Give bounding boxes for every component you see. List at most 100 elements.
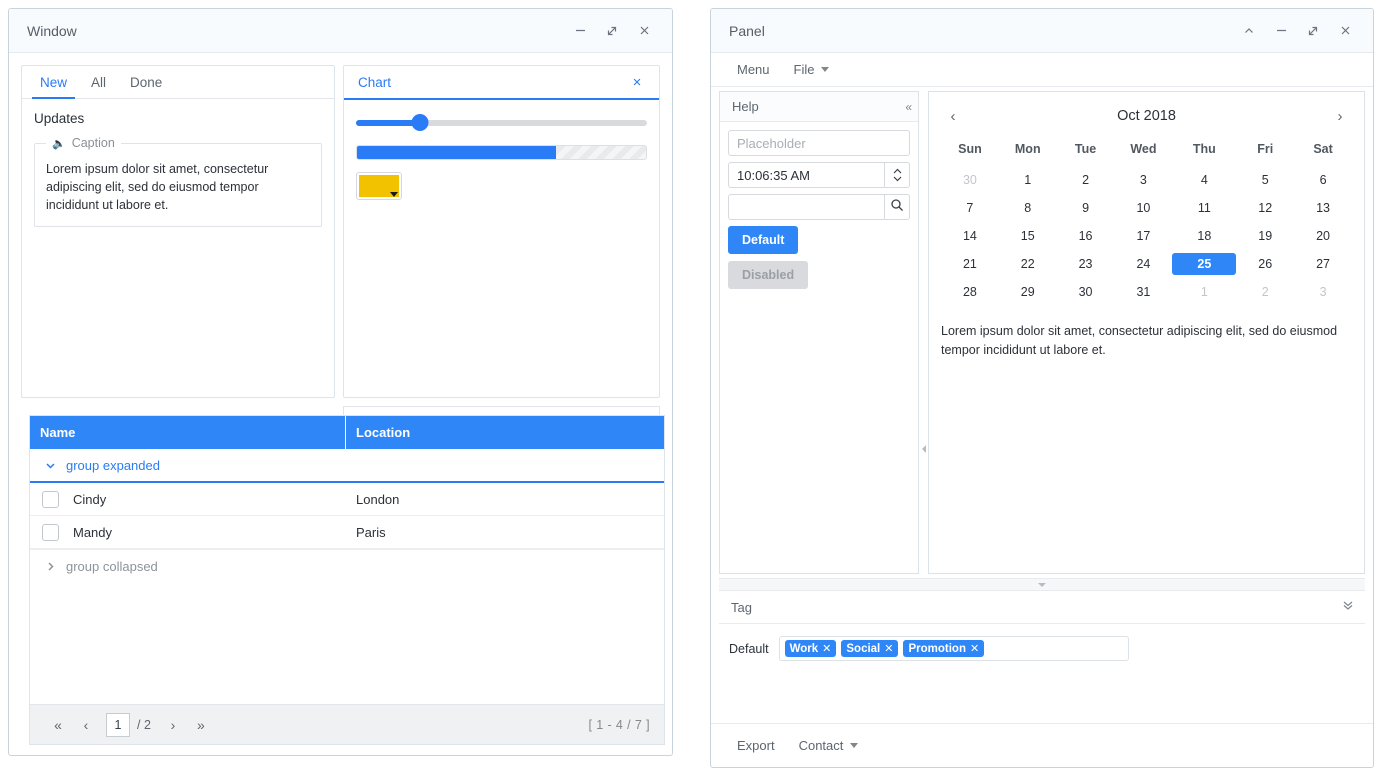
collapse-icon[interactable] — [1235, 17, 1263, 45]
calendar-day[interactable]: 18 — [1172, 222, 1236, 250]
collapse-down-icon[interactable] — [1341, 600, 1355, 614]
calendar-day[interactable]: 4 — [1172, 166, 1236, 194]
first-page-button[interactable]: « — [46, 713, 70, 737]
search-input[interactable] — [728, 194, 884, 220]
chip-social[interactable]: Social ✕ — [841, 640, 899, 657]
color-picker[interactable] — [356, 172, 402, 200]
calendar-day[interactable]: 31 — [1114, 278, 1172, 306]
row-checkbox[interactable] — [42, 523, 59, 541]
menu-item-file[interactable]: File — [784, 57, 840, 82]
minimize-icon[interactable] — [1267, 17, 1295, 45]
calendar-day[interactable]: 13 — [1294, 194, 1352, 222]
tab-new[interactable]: New — [28, 66, 79, 99]
prev-page-button[interactable]: ‹ — [74, 713, 98, 737]
calendar-day-label: 11 — [1197, 201, 1211, 215]
default-button[interactable]: Default — [728, 226, 799, 254]
table-row[interactable]: Mandy Paris — [30, 516, 664, 549]
placeholder-input[interactable] — [728, 130, 910, 156]
chip-promotion[interactable]: Promotion ✕ — [903, 640, 985, 657]
calendar-day[interactable]: 7 — [941, 194, 999, 222]
column-header-name[interactable]: Name — [30, 416, 346, 449]
calendar-day[interactable]: 22 — [999, 250, 1057, 278]
column-header-location[interactable]: Location — [346, 416, 664, 449]
last-page-button[interactable]: » — [189, 713, 213, 737]
calendar-day[interactable]: 3 — [1114, 166, 1172, 194]
calendar-day[interactable]: 17 — [1114, 222, 1172, 250]
close-icon[interactable] — [630, 17, 658, 45]
calendar-day[interactable]: 29 — [999, 278, 1057, 306]
export-button[interactable]: Export — [727, 733, 785, 758]
calendar-day[interactable]: 16 — [1057, 222, 1115, 250]
maximize-icon[interactable] — [1299, 17, 1327, 45]
calendar-day[interactable]: 23 — [1057, 250, 1115, 278]
menu-label: File — [793, 62, 815, 77]
group-row-collapsed[interactable]: group collapsed — [30, 549, 664, 583]
spinner-buttons[interactable] — [884, 162, 910, 188]
chip-work[interactable]: Work ✕ — [784, 640, 837, 657]
value-slider[interactable] — [356, 114, 647, 132]
calendar-day[interactable]: 27 — [1294, 250, 1352, 278]
calendar-day[interactable]: 12 — [1236, 194, 1294, 222]
calendar-dow-sun: Sun — [958, 142, 982, 156]
table-header: Name Location — [30, 416, 664, 449]
close-icon[interactable] — [1331, 17, 1359, 45]
tag-title: Tag — [731, 599, 752, 615]
calendar-dow-wed: Wed — [1130, 142, 1157, 156]
calendar-day[interactable]: 3 — [1294, 278, 1352, 306]
calendar-day[interactable]: 19 — [1236, 222, 1294, 250]
calendar-day[interactable]: 6 — [1294, 166, 1352, 194]
group-row-expanded[interactable]: group expanded — [30, 449, 664, 483]
calendar-day[interactable]: 2 — [1236, 278, 1294, 306]
menu-item-menu[interactable]: Menu — [727, 57, 780, 82]
calendar-day[interactable]: 8 — [999, 194, 1057, 222]
tab-all[interactable]: All — [79, 66, 118, 98]
slider-thumb[interactable] — [411, 114, 429, 131]
prev-month-button[interactable]: ‹ — [941, 104, 965, 128]
chart-close-icon[interactable]: × — [627, 72, 647, 92]
chip-input[interactable]: Work ✕ Social ✕ Promotion ✕ — [778, 636, 1129, 661]
row-checkbox[interactable] — [42, 490, 59, 508]
time-input[interactable] — [728, 162, 884, 188]
calendar-grid: Sun Mon Tue Wed Thu Fri Sat 30 1 2 3 4 5 6 7 8 9 10 11 12 13… — [941, 136, 1352, 306]
progress-bar — [356, 145, 647, 160]
calendar-day-label: 21 — [962, 257, 977, 271]
maximize-icon[interactable] — [598, 17, 626, 45]
search-button[interactable] — [884, 194, 910, 220]
calendar-day[interactable]: 1 — [1172, 278, 1236, 306]
calendar-day[interactable]: 14 — [941, 222, 999, 250]
close-icon[interactable]: ✕ — [822, 642, 831, 655]
time-spinner[interactable] — [728, 162, 910, 188]
contact-button[interactable]: Contact — [789, 733, 869, 758]
calendar-day-selected[interactable]: 25 — [1172, 250, 1237, 278]
calendar-day[interactable]: 21 — [941, 250, 999, 278]
calendar-day[interactable]: 24 — [1114, 250, 1172, 278]
next-page-button[interactable]: › — [161, 713, 185, 737]
tab-done[interactable]: Done — [118, 66, 174, 98]
vertical-splitter[interactable] — [919, 91, 928, 574]
calendar-day[interactable]: 28 — [941, 278, 999, 306]
calendar-day[interactable]: 15 — [999, 222, 1057, 250]
calendar-day[interactable]: 30 — [1057, 278, 1115, 306]
horizontal-splitter[interactable] — [719, 578, 1365, 591]
calendar-day[interactable]: 30 — [941, 166, 999, 194]
search-group[interactable] — [728, 194, 910, 220]
calendar-day[interactable]: 26 — [1236, 250, 1294, 278]
splitter-handle-icon[interactable] — [1038, 582, 1046, 587]
tab-strip: New All Done — [22, 66, 334, 99]
calendar-day[interactable]: 10 — [1114, 194, 1172, 222]
close-icon[interactable]: ✕ — [970, 642, 979, 655]
table-row[interactable]: Cindy London — [30, 483, 664, 516]
calendar-day[interactable]: 9 — [1057, 194, 1115, 222]
calendar-day[interactable]: 11 — [1172, 194, 1236, 222]
calendar-day[interactable]: 1 — [999, 166, 1057, 194]
next-month-button[interactable]: › — [1328, 104, 1352, 128]
collapse-left-icon[interactable]: « — [905, 100, 912, 114]
calendar-day[interactable]: 2 — [1057, 166, 1115, 194]
calendar-day[interactable]: 5 — [1236, 166, 1294, 194]
splitter-handle-icon[interactable] — [921, 444, 926, 453]
calendar-day-label: 25 — [1172, 253, 1237, 275]
close-icon[interactable]: ✕ — [884, 642, 893, 655]
calendar-day[interactable]: 20 — [1294, 222, 1352, 250]
page-number-input[interactable]: 1 — [106, 712, 130, 737]
minimize-icon[interactable] — [566, 17, 594, 45]
